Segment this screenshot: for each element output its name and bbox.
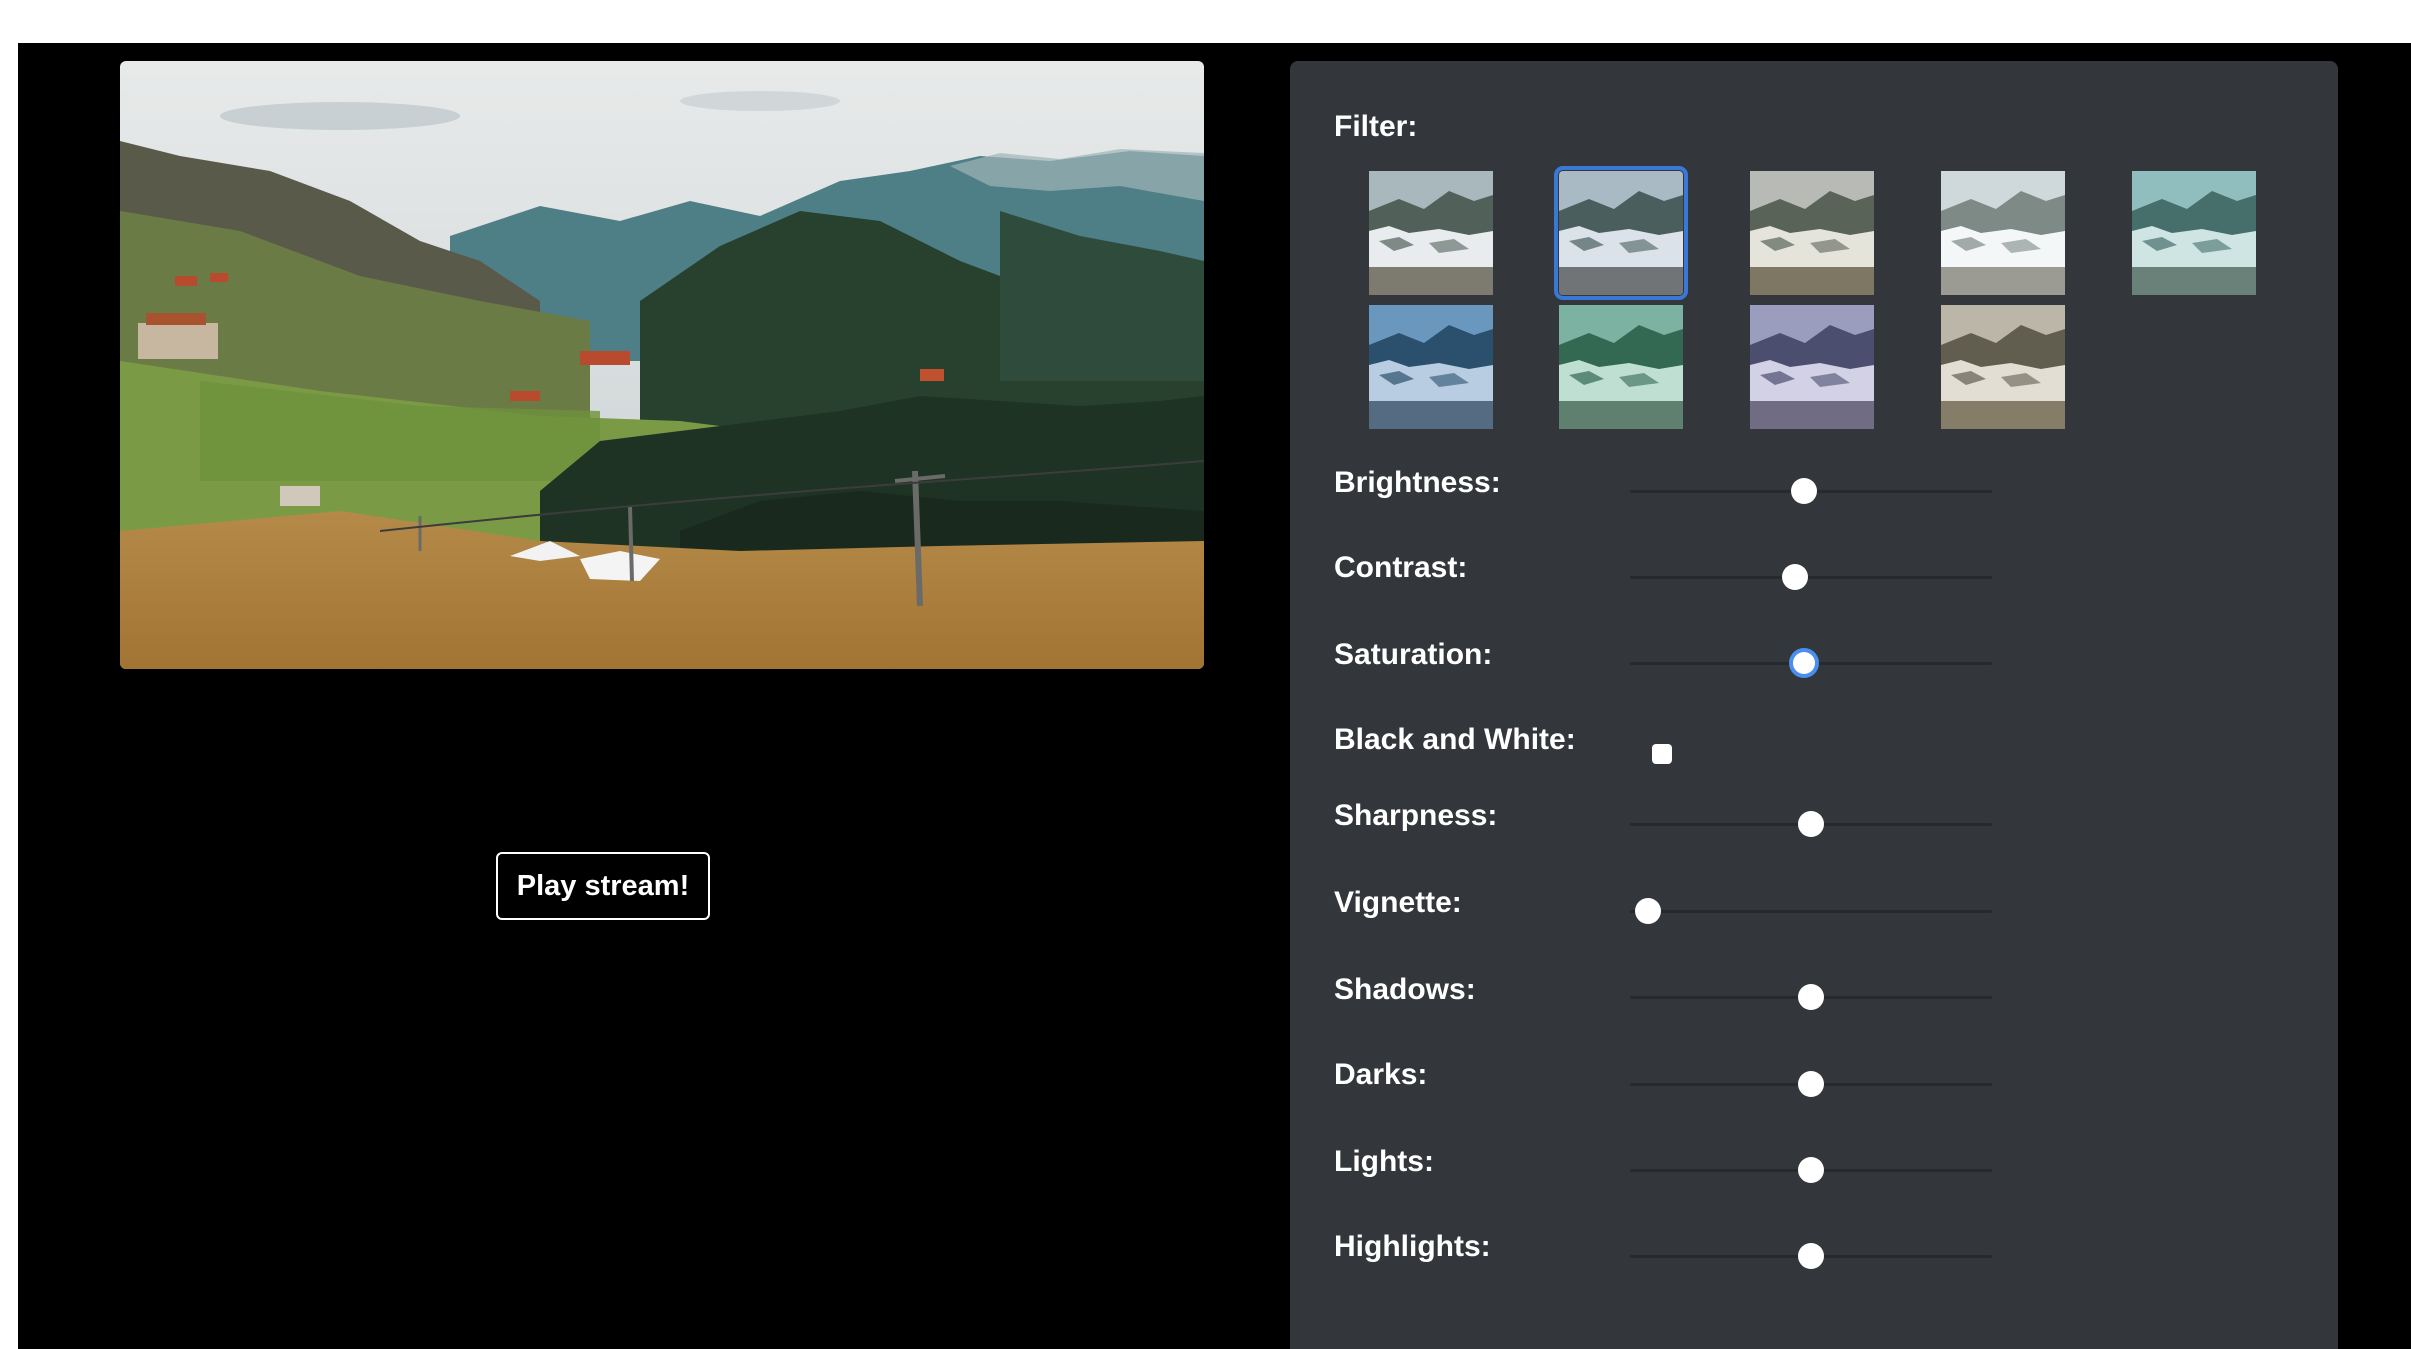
- lights-slider-thumb[interactable]: [1798, 1157, 1824, 1183]
- vignette-label: Vignette:: [1334, 886, 1462, 919]
- shadows-slider-thumb[interactable]: [1798, 984, 1824, 1010]
- contrast-label: Contrast:: [1334, 551, 1468, 584]
- sharpness-label: Sharpness:: [1334, 799, 1498, 832]
- shadows-slider[interactable]: [1630, 984, 1992, 1010]
- video-preview[interactable]: [120, 61, 1204, 669]
- brightness-slider-thumb[interactable]: [1790, 478, 1817, 504]
- filter-thumbnail-green[interactable]: [1559, 305, 1683, 429]
- highlights-slider-thumb[interactable]: [1798, 1243, 1824, 1269]
- black-and-white-checkbox[interactable]: [1652, 744, 1672, 764]
- brightness-slider[interactable]: [1630, 478, 1992, 504]
- contrast-slider-thumb[interactable]: [1781, 564, 1808, 590]
- brightness-label: Brightness:: [1334, 466, 1501, 499]
- darks-slider-thumb[interactable]: [1798, 1071, 1824, 1097]
- vignette-slider[interactable]: [1630, 898, 1992, 924]
- filter-thumbnail-none[interactable]: [1369, 171, 1493, 295]
- filter-thumbnail-faded[interactable]: [1941, 171, 2065, 295]
- sharpness-slider[interactable]: [1630, 811, 1992, 837]
- filter-label: Filter:: [1334, 110, 1418, 143]
- black-and-white-label: Black and White:: [1334, 723, 1576, 756]
- filter-thumbnail-cool[interactable]: [1554, 166, 1688, 300]
- app-root: Play stream! Filter: Brightness: Contras…: [18, 43, 2411, 1349]
- saturation-slider[interactable]: [1630, 652, 1992, 674]
- lights-slider[interactable]: [1630, 1157, 1992, 1183]
- darks-label: Darks:: [1334, 1058, 1428, 1091]
- highlights-label: Highlights:: [1334, 1230, 1491, 1263]
- contrast-slider[interactable]: [1630, 564, 1992, 590]
- sharpness-slider-thumb[interactable]: [1798, 811, 1824, 837]
- filter-controls-panel: Filter: Brightness: Contrast: Saturation…: [1290, 61, 2338, 1349]
- lights-label: Lights:: [1334, 1145, 1434, 1178]
- shadows-label: Shadows:: [1334, 973, 1476, 1006]
- filter-thumbnail-violet[interactable]: [1750, 305, 1874, 429]
- filter-thumbnail-sepia[interactable]: [1941, 305, 2065, 429]
- darks-slider[interactable]: [1630, 1071, 1992, 1097]
- saturation-slider-thumb[interactable]: [1792, 652, 1815, 674]
- filter-thumbnail-teal[interactable]: [2132, 171, 2256, 295]
- play-stream-button[interactable]: Play stream!: [496, 852, 710, 920]
- filter-thumbnail-blue[interactable]: [1369, 305, 1493, 429]
- landscape-image: [120, 61, 1204, 669]
- saturation-label: Saturation:: [1334, 638, 1493, 671]
- vignette-slider-thumb[interactable]: [1635, 898, 1662, 924]
- highlights-slider[interactable]: [1630, 1243, 1992, 1269]
- filter-thumbnail-warm[interactable]: [1750, 171, 1874, 295]
